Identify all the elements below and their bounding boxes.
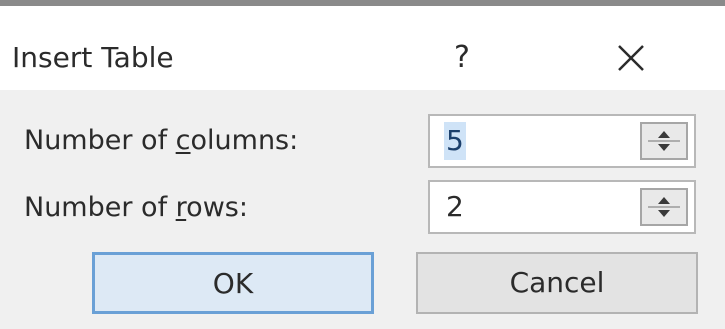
columns-spinner-buttons[interactable] [640,122,688,160]
rows-label-prefix: Number of [24,192,176,223]
columns-label: Number of columns: [24,125,298,157]
rows-stepper[interactable]: 2 [428,180,696,234]
spinner-arrows-icon [648,197,680,217]
rows-label-suffix: ows: [186,192,248,223]
close-button[interactable] [606,38,656,82]
dialog-body: Number of columns: 5 Number of rows: 2 O… [0,90,725,329]
columns-input[interactable]: 5 [444,122,466,160]
rows-spinner-buttons[interactable] [640,188,688,226]
rows-label-accesskey: r [175,192,187,223]
columns-label-suffix: olumns: [190,125,299,156]
cancel-button[interactable]: Cancel [416,252,698,314]
insert-table-dialog: Insert Table ? Number of columns: 5 Numb… [0,0,725,329]
rows-input[interactable]: 2 [444,188,466,226]
title-bar: Insert Table ? [0,12,725,90]
columns-label-accesskey: c [175,125,191,156]
columns-label-prefix: Number of [24,125,176,156]
help-button[interactable]: ? [442,38,482,78]
dialog-title: Insert Table [12,41,174,74]
columns-stepper[interactable]: 5 [428,114,696,168]
close-icon [618,45,644,71]
rows-label: Number of rows: [24,192,248,224]
ok-button[interactable]: OK [92,252,374,314]
spinner-arrows-icon [648,131,680,151]
